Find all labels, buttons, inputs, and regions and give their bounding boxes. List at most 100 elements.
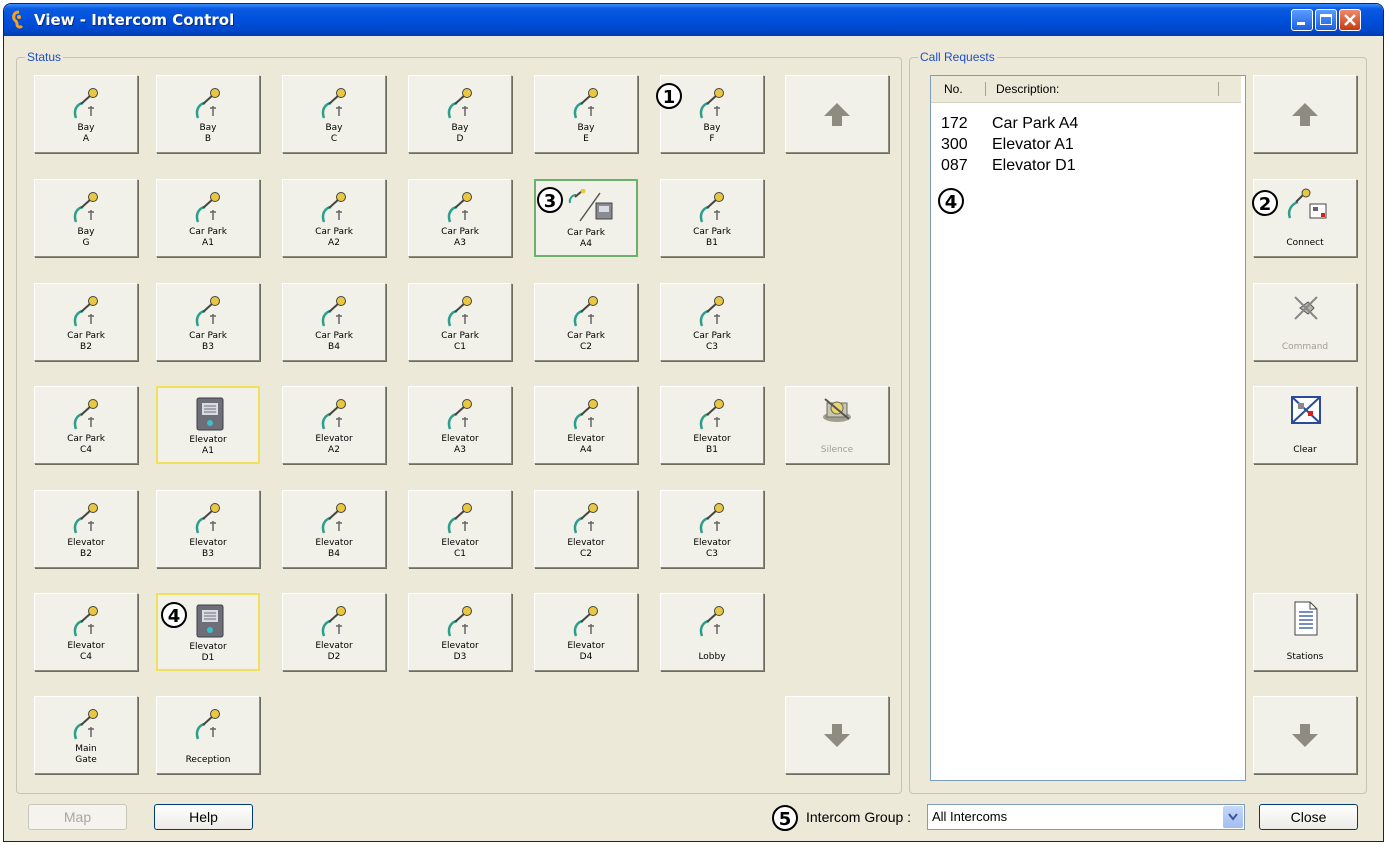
microphone-icon — [321, 88, 346, 119]
intercom-station-button[interactable]: Elevator A3 — [408, 386, 512, 464]
microphone-icon — [195, 88, 220, 119]
station-label-line2: B2 — [80, 549, 92, 559]
intercom-station-button[interactable]: Elevator A2 — [282, 386, 386, 464]
intercom-station-button[interactable]: Bay E — [534, 75, 638, 153]
station-label-line2: D1 — [201, 653, 215, 663]
call-description: Elevator D1 — [992, 157, 1076, 174]
microphone-icon — [573, 503, 598, 534]
microphone-icon — [73, 192, 98, 223]
microphone-icon — [195, 296, 220, 327]
command-label: Command — [1281, 342, 1329, 352]
station-label-line1: Elevator — [315, 538, 353, 548]
intercom-station-button[interactable]: Car Park B4 — [282, 283, 386, 361]
intercom-station-button[interactable]: Car Park C1 — [408, 283, 512, 361]
stations-button[interactable]: Stations — [1253, 593, 1357, 671]
status-scroll-down-button[interactable] — [785, 696, 889, 774]
station-label-line1: Car Park — [189, 331, 227, 341]
station-label-line2: F — [709, 134, 715, 144]
microphone-icon — [573, 606, 598, 637]
intercom-station-button[interactable]: Elevator B3 — [156, 490, 260, 568]
intercom-station-button[interactable]: Bay D — [408, 75, 512, 153]
intercom-station-button[interactable]: Bay C — [282, 75, 386, 153]
station-label-line1: Car Park — [693, 331, 731, 341]
intercom-station-button[interactable]: Car Park B3 — [156, 283, 260, 361]
intercom-station-button[interactable]: Elevator C1 — [408, 490, 512, 568]
minimize-icon — [1297, 22, 1305, 25]
station-label-line2: C4 — [79, 445, 92, 455]
arrow-up-icon — [824, 103, 850, 126]
command-button[interactable]: Command — [1253, 283, 1357, 361]
arrow-up-icon — [1292, 103, 1318, 126]
station-label-line1: Bay — [577, 123, 595, 133]
station-label-line1: Elevator — [189, 538, 227, 548]
intercom-station-button[interactable]: Elevator A1 — [156, 386, 260, 464]
station-label-line1: Main — [75, 744, 97, 754]
station-label-line2: C1 — [453, 342, 466, 352]
map-button[interactable]: Map — [28, 804, 127, 830]
intercom-station-button[interactable]: Car Park B1 — [660, 179, 764, 257]
help-button[interactable]: Help — [154, 804, 253, 830]
intercom-station-button[interactable]: Car Park B2 — [34, 283, 138, 361]
microphone-icon — [73, 709, 98, 740]
intercom-station-button[interactable]: Elevator D3 — [408, 593, 512, 671]
station-label-line1: Bay — [199, 123, 217, 133]
station-label-line2: E — [583, 134, 589, 144]
intercom-station-button[interactable]: Main Gate — [34, 696, 138, 774]
microphone-icon — [447, 88, 472, 119]
connect-button[interactable]: Connect 2 — [1252, 179, 1357, 257]
call-number: 300 — [941, 136, 968, 153]
callout-marker-1: 1 — [656, 83, 682, 109]
station-label-line1: Elevator — [693, 538, 731, 548]
call-description: Car Park A4 — [992, 115, 1079, 132]
column-header-no[interactable]: No. — [944, 79, 963, 99]
microphone-icon — [699, 503, 724, 534]
intercom-station-button[interactable]: Elevator B4 — [282, 490, 386, 568]
intercom-station-button[interactable]: Car Park C2 — [534, 283, 638, 361]
intercom-station-button[interactable]: Reception — [156, 696, 260, 774]
maximize-button[interactable] — [1315, 9, 1337, 31]
intercom-station-button[interactable]: Elevator B2 — [34, 490, 138, 568]
intercom-station-button[interactable]: Elevator D2 — [282, 593, 386, 671]
clear-label: Clear — [1293, 445, 1317, 455]
dropdown-button[interactable] — [1223, 806, 1243, 828]
intercom-station-button[interactable]: Car Park A2 — [282, 179, 386, 257]
clear-button[interactable]: Clear — [1253, 386, 1357, 464]
column-header-description[interactable]: Description: — [996, 79, 1059, 99]
station-label: Lobby — [698, 652, 726, 662]
intercom-station-button[interactable]: Elevator A4 — [534, 386, 638, 464]
intercom-station-button[interactable]: Bay G — [34, 179, 138, 257]
station-label-line1: Car Park — [693, 227, 731, 237]
intercom-station-button[interactable]: Car Park C4 — [34, 386, 138, 464]
station-label-line2: A2 — [328, 238, 340, 248]
intercom-station-button[interactable]: Elevator C2 — [534, 490, 638, 568]
station-label-line2: C1 — [453, 549, 466, 559]
arrow-down-icon — [824, 724, 850, 747]
intercom-station-button[interactable]: Elevator C3 — [660, 490, 764, 568]
title-bar: View - Intercom Control — [4, 4, 1383, 36]
status-scroll-up-button[interactable] — [785, 75, 889, 153]
station-label-line2: B3 — [202, 549, 214, 559]
intercom-station-button[interactable]: Car Park A3 — [408, 179, 512, 257]
intercom-group-select[interactable]: All Intercoms — [927, 804, 1245, 830]
close-window-button[interactable] — [1339, 9, 1361, 31]
microphone-icon — [321, 503, 346, 534]
intercom-station-button[interactable]: Bay B — [156, 75, 260, 153]
station-label-line2: B2 — [80, 342, 92, 352]
intercom-station-button[interactable]: Elevator C4 — [34, 593, 138, 671]
stations-list-icon — [1294, 601, 1318, 636]
microphone-icon — [73, 503, 98, 534]
minimize-button[interactable] — [1291, 9, 1313, 31]
intercom-station-button[interactable]: Bay A — [34, 75, 138, 153]
call-scroll-down-button[interactable] — [1253, 696, 1357, 774]
intercom-station-button[interactable]: Elevator D4 — [534, 593, 638, 671]
maximize-icon — [1320, 14, 1332, 25]
station-label-line2: D3 — [453, 652, 467, 662]
intercom-station-button[interactable]: Elevator B1 — [660, 386, 764, 464]
intercom-station-button[interactable]: Car Park A1 — [156, 179, 260, 257]
intercom-station-button[interactable]: Car Park C3 — [660, 283, 764, 361]
call-scroll-up-button[interactable] — [1253, 75, 1357, 153]
close-button[interactable]: Close — [1259, 804, 1358, 830]
intercom-station-button[interactable]: Lobby — [660, 593, 764, 671]
silence-button[interactable]: Silence — [785, 386, 889, 464]
call-requests-list[interactable]: No. Description: 172 Car Park A4 300 Ele… — [930, 75, 1246, 781]
